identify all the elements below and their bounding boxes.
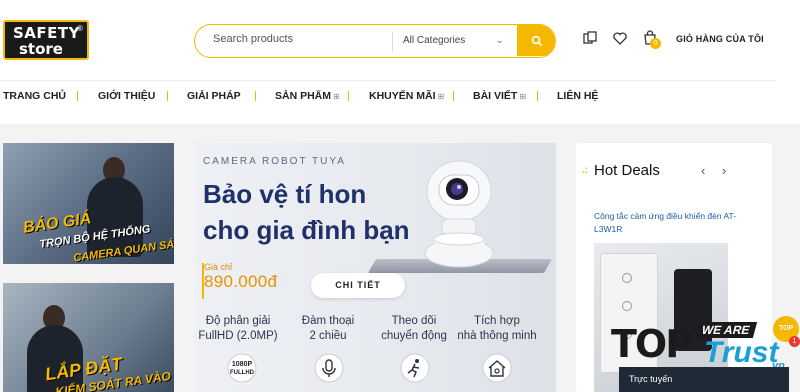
nav-label: LIÊN HỆ xyxy=(557,90,599,102)
nav-label: TRANG CHỦ xyxy=(3,90,66,102)
deal-product-name[interactable]: Công tắc cảm ứng điều khiển đèn AT-L3W1R xyxy=(594,210,754,236)
my-cart-link[interactable]: GIỎ HÀNG CỦA TÔI xyxy=(676,34,764,44)
fullhd-icon: 1080P FULLHD xyxy=(227,353,257,383)
feature-line2: FullHD (2.0MP) xyxy=(198,330,278,342)
feature-line1: Đàm thoại xyxy=(301,315,355,327)
price-box: Giá chỉ 890.000đ xyxy=(204,262,277,292)
nav-item-home[interactable]: TRANG CHỦ xyxy=(3,90,66,102)
live-chat-bar[interactable]: Trực tuyến xyxy=(619,367,789,392)
cart-count-badge: 0 xyxy=(650,38,661,49)
feature-two-way-audio: Đàm thoại 2 chiều xyxy=(287,314,369,344)
expand-icon: ⊞ xyxy=(333,92,340,101)
nav-label: GIẢI PHÁP xyxy=(187,90,241,102)
search-button[interactable] xyxy=(517,25,555,56)
nav-item-solutions[interactable]: GIẢI PHÁP xyxy=(187,90,241,102)
feature-line1: Tích hợp xyxy=(474,315,520,327)
switch-button xyxy=(622,301,632,311)
headline-line2: cho gia đình bạn xyxy=(203,215,410,245)
chat-notification-badge: 1 xyxy=(789,336,800,347)
banner-headline: Bảo vệ tí hon cho gia đình bạn xyxy=(203,176,410,248)
motion-icon xyxy=(400,353,430,383)
feature-line2: chuyển động xyxy=(381,330,447,342)
nav-separator xyxy=(348,91,349,101)
robot-camera-image xyxy=(424,160,494,268)
banner-brand: CAMERA ROBOT TUYA xyxy=(203,156,346,167)
price-value: 890.000đ xyxy=(204,272,278,291)
safety-store-logo[interactable]: SAFETY store ® xyxy=(3,20,89,60)
search-icon xyxy=(531,35,543,47)
feature-motion-tracking: Theo dõi chuyển động xyxy=(373,314,455,344)
nav-item-about[interactable]: GIỚI THIỆU xyxy=(98,90,155,102)
hot-deals-accent-icon: .: xyxy=(582,165,589,176)
nav-label: SẢN PHẨM xyxy=(275,90,332,102)
heart-icon[interactable] xyxy=(612,30,628,46)
quote-camera-banner[interactable]: BÁO GIÁ TRỌN BỘ HỆ THỐNG CAMERA QUAN SÁT xyxy=(3,143,174,264)
compare-icon[interactable] xyxy=(582,30,598,46)
nav-item-articles[interactable]: BÀI VIẾT ⊞ xyxy=(473,90,526,102)
robot-camera-banner[interactable]: CAMERA ROBOT TUYA Bảo vệ tí hon cho gia … xyxy=(194,143,556,392)
feature-line2: 2 chiều xyxy=(309,330,347,342)
nav-separator xyxy=(453,91,454,101)
price-label: Giá chỉ xyxy=(204,262,233,272)
feature-line1: Độ phân giải xyxy=(205,315,271,327)
feature-resolution: Độ phân giải FullHD (2.0MP) xyxy=(197,314,279,344)
search-input[interactable] xyxy=(213,33,383,45)
nav-separator xyxy=(537,91,538,101)
badge-1080p: 1080P xyxy=(232,361,253,368)
feature-line2: nhà thông minh xyxy=(457,330,537,342)
headline-line1: Bảo vệ tí hon xyxy=(203,179,367,209)
site-header: SAFETY store ® All Categories ⌄ 0 GIỎ HÀ… xyxy=(0,0,800,80)
access-control-banner[interactable]: LẮP ĐẶT KIỂM SOÁT RA VÀO xyxy=(3,283,174,392)
nav-label: KHUYẾN MÃI xyxy=(369,90,436,102)
registered-mark: ® xyxy=(77,24,83,33)
microphone-icon xyxy=(314,353,344,383)
chevron-down-icon[interactable]: ⌄ xyxy=(496,35,504,46)
category-select[interactable]: All Categories xyxy=(403,35,465,46)
search-divider xyxy=(392,32,393,52)
online-status-label: Trực tuyến xyxy=(629,374,673,384)
badge-fullhd: FULLHD xyxy=(230,370,255,376)
logo-line2: store xyxy=(19,40,63,58)
watermark-top: TOP xyxy=(611,322,693,366)
nav-separator xyxy=(77,91,78,101)
hot-deals-title: Hot Deals xyxy=(594,162,660,179)
expand-icon: ⊞ xyxy=(519,92,527,101)
search-bar: All Categories ⌄ xyxy=(194,24,556,58)
feature-smart-home: Tích hợp nhà thông minh xyxy=(456,314,538,344)
nav-item-products[interactable]: SẢN PHẨM ⊞ xyxy=(275,90,340,102)
nav-separator xyxy=(255,91,256,101)
header-divider xyxy=(0,80,776,81)
switch-button xyxy=(622,273,632,283)
feature-line1: Theo dõi xyxy=(391,315,437,327)
nav-item-promotions[interactable]: KHUYẾN MÃI ⊞ xyxy=(369,90,444,102)
prev-arrow-icon[interactable]: ‹ xyxy=(701,163,705,178)
nav-item-contact[interactable]: LIÊN HỆ xyxy=(557,90,598,102)
details-button[interactable]: CHI TIẾT xyxy=(311,273,405,298)
smart-home-icon xyxy=(482,353,512,383)
expand-icon: ⊞ xyxy=(437,92,445,101)
nav-separator xyxy=(167,91,168,101)
next-arrow-icon[interactable]: › xyxy=(722,163,726,178)
nav-label: GIỚI THIỆU xyxy=(98,90,156,102)
nav-label: BÀI VIẾT xyxy=(473,90,518,102)
watermark-trust: Trust xyxy=(704,336,779,369)
